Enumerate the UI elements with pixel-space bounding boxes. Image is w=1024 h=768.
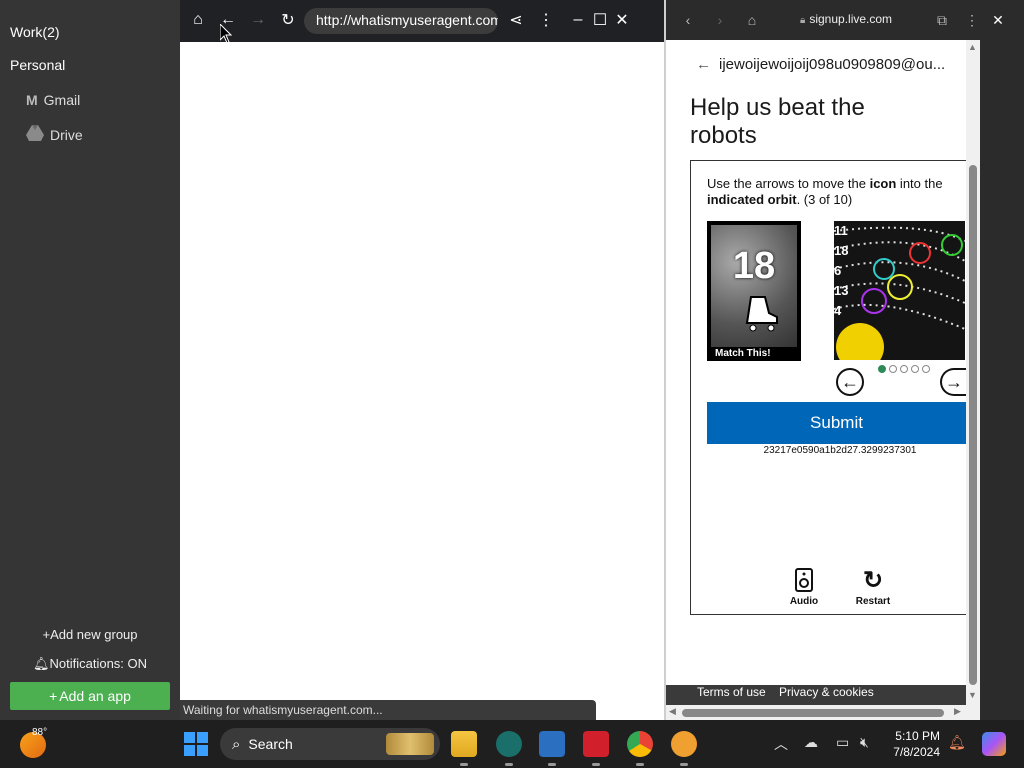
arrow-left-icon: ← (841, 371, 859, 392)
restart-icon: ↻ (862, 567, 884, 594)
orbit-label: 13 (834, 283, 849, 298)
reload-icon[interactable]: ↻ (278, 10, 298, 30)
scroll-down-icon[interactable]: ▼ (968, 690, 977, 700)
orbit-label: 6 (834, 263, 842, 278)
progress-dots (878, 365, 930, 373)
app-icon[interactable] (496, 731, 522, 766)
arrow-left-button[interactable]: ← (836, 368, 864, 396)
gmail-icon: M (26, 92, 38, 108)
back-icon[interactable]: ‹ (678, 10, 698, 30)
audio-button[interactable]: Audio (774, 568, 834, 607)
scroll-right-icon[interactable]: ▶ (954, 706, 961, 717)
group-work[interactable]: Work(2) (10, 24, 60, 40)
mouse-cursor-icon (220, 24, 232, 44)
share-icon[interactable]: ⋖ (506, 10, 526, 30)
close-icon[interactable]: ✕ (612, 10, 632, 30)
app-icon[interactable] (671, 731, 697, 766)
arrow-right-icon: → (945, 371, 963, 392)
orbit-label: 11 (834, 223, 848, 238)
menu-icon[interactable]: ⋮ (962, 10, 982, 30)
clock[interactable]: 5:10 PM 7/8/2024 (888, 728, 940, 760)
sidebar-item-label: Gmail (43, 92, 81, 108)
bell-icon: 🔔︎ (32, 656, 50, 671)
privacy-link[interactable]: Privacy & cookies (779, 685, 874, 699)
home-icon[interactable]: ⌂ (188, 10, 208, 30)
page-title: Help us beat the robots (690, 94, 865, 149)
app-icon[interactable] (539, 731, 565, 766)
plus-icon: + (42, 627, 51, 642)
match-label: Match This! (715, 348, 771, 359)
drive-icon (26, 125, 44, 144)
orbit-label: 4 (834, 303, 842, 318)
volume-icon[interactable]: 🔇︎ (860, 734, 869, 751)
sidebar-item-label: Drive (50, 126, 83, 143)
notifications-toggle[interactable]: 🔔︎Notifications: ON (0, 656, 180, 672)
home-icon[interactable]: ⌂ (742, 10, 762, 30)
page-content (180, 42, 664, 720)
notification-bell-icon[interactable]: 🔔︎ (948, 734, 966, 751)
open-external-icon[interactable]: ⧉ (932, 10, 952, 30)
group-personal[interactable]: Personal (10, 57, 65, 73)
submit-button[interactable]: Submit (707, 402, 966, 444)
scroll-thumb[interactable] (682, 709, 944, 717)
arrow-right-button[interactable]: → (940, 368, 966, 396)
captcha-instruction: Use the arrows to move the icon into the… (707, 176, 943, 207)
maximize-icon[interactable]: ☐ (590, 10, 610, 30)
progress-dot (878, 365, 886, 373)
skate-icon (745, 296, 778, 332)
weather-temp: 88° (32, 727, 48, 738)
orbit-label: 18 (834, 243, 849, 258)
restart-button[interactable]: ↻ Restart (843, 567, 903, 608)
search-box[interactable]: ⌕ Search (220, 728, 440, 760)
taskbar: 88° ⌕ Search ︿ ☁︎ ▭ 🔇︎ 5:10 PM 7/8/2024 … (0, 720, 1024, 768)
chrome-icon[interactable] (627, 731, 653, 766)
address-bar[interactable]: http://whatismyuseragent.com (304, 8, 498, 34)
progress-dot (922, 365, 930, 373)
session-token: 23217e0590a1b2d27.3299237301 (763, 445, 917, 456)
chevron-up-icon[interactable]: ︿ (774, 734, 788, 754)
back-arrow-icon: ← (696, 56, 711, 73)
orbit-puzzle-image: 11 18 6 13 4 (834, 221, 965, 360)
app-sidebar: Work(2) Personal M Gmail Drive +Add new … (0, 0, 180, 720)
file-explorer-icon[interactable] (451, 731, 477, 766)
search-highlight-icon (386, 733, 434, 755)
forward-icon[interactable]: → (248, 10, 268, 30)
scroll-left-icon[interactable]: ◀ (669, 706, 676, 717)
status-bar: Waiting for whatismyuseragent.com... (180, 700, 596, 720)
minimize-icon[interactable]: – (568, 10, 588, 30)
close-icon[interactable]: ✕ (988, 10, 1008, 30)
menu-icon[interactable]: ⋮ (536, 10, 556, 30)
match-number: 18 (732, 245, 776, 287)
add-new-group-button[interactable]: +Add new group (0, 627, 180, 642)
copilot-icon[interactable] (982, 732, 1006, 756)
progress-dot (911, 365, 919, 373)
speaker-icon (774, 568, 834, 596)
window-backdrop (980, 40, 1024, 720)
search-icon: ⌕ (232, 735, 241, 753)
address-bar[interactable]: 🔒︎ signup.live.com (800, 12, 892, 26)
match-target-image: 18 Match This! (707, 221, 801, 361)
terms-link[interactable]: Terms of use (697, 685, 766, 699)
scroll-up-icon[interactable]: ▲ (968, 42, 977, 52)
sidebar-item-gmail[interactable]: M Gmail (26, 92, 80, 108)
start-button[interactable] (184, 732, 208, 756)
display-icon[interactable]: ▭ (836, 734, 849, 751)
page-footer: Terms of use Privacy & cookies (666, 685, 966, 705)
forward-icon[interactable]: › (710, 10, 730, 30)
vertical-scrollbar[interactable]: ▲ ▼ (966, 40, 980, 705)
plus-icon: + (49, 688, 58, 704)
progress-dot (889, 365, 897, 373)
email-back-link[interactable]: ← ijewoijewoijoij098u0909809@ou... (696, 56, 945, 73)
horizontal-scrollbar[interactable]: ◀ ▶ (666, 705, 980, 720)
sidebar-item-drive[interactable]: Drive (26, 125, 83, 144)
scroll-thumb[interactable] (969, 165, 977, 685)
cloud-off-icon[interactable]: ☁︎ (804, 734, 818, 751)
add-app-button[interactable]: + Add an app (10, 682, 170, 710)
lock-icon: 🔒︎ (800, 15, 806, 26)
app-icon[interactable] (583, 731, 609, 766)
progress-dot (900, 365, 908, 373)
